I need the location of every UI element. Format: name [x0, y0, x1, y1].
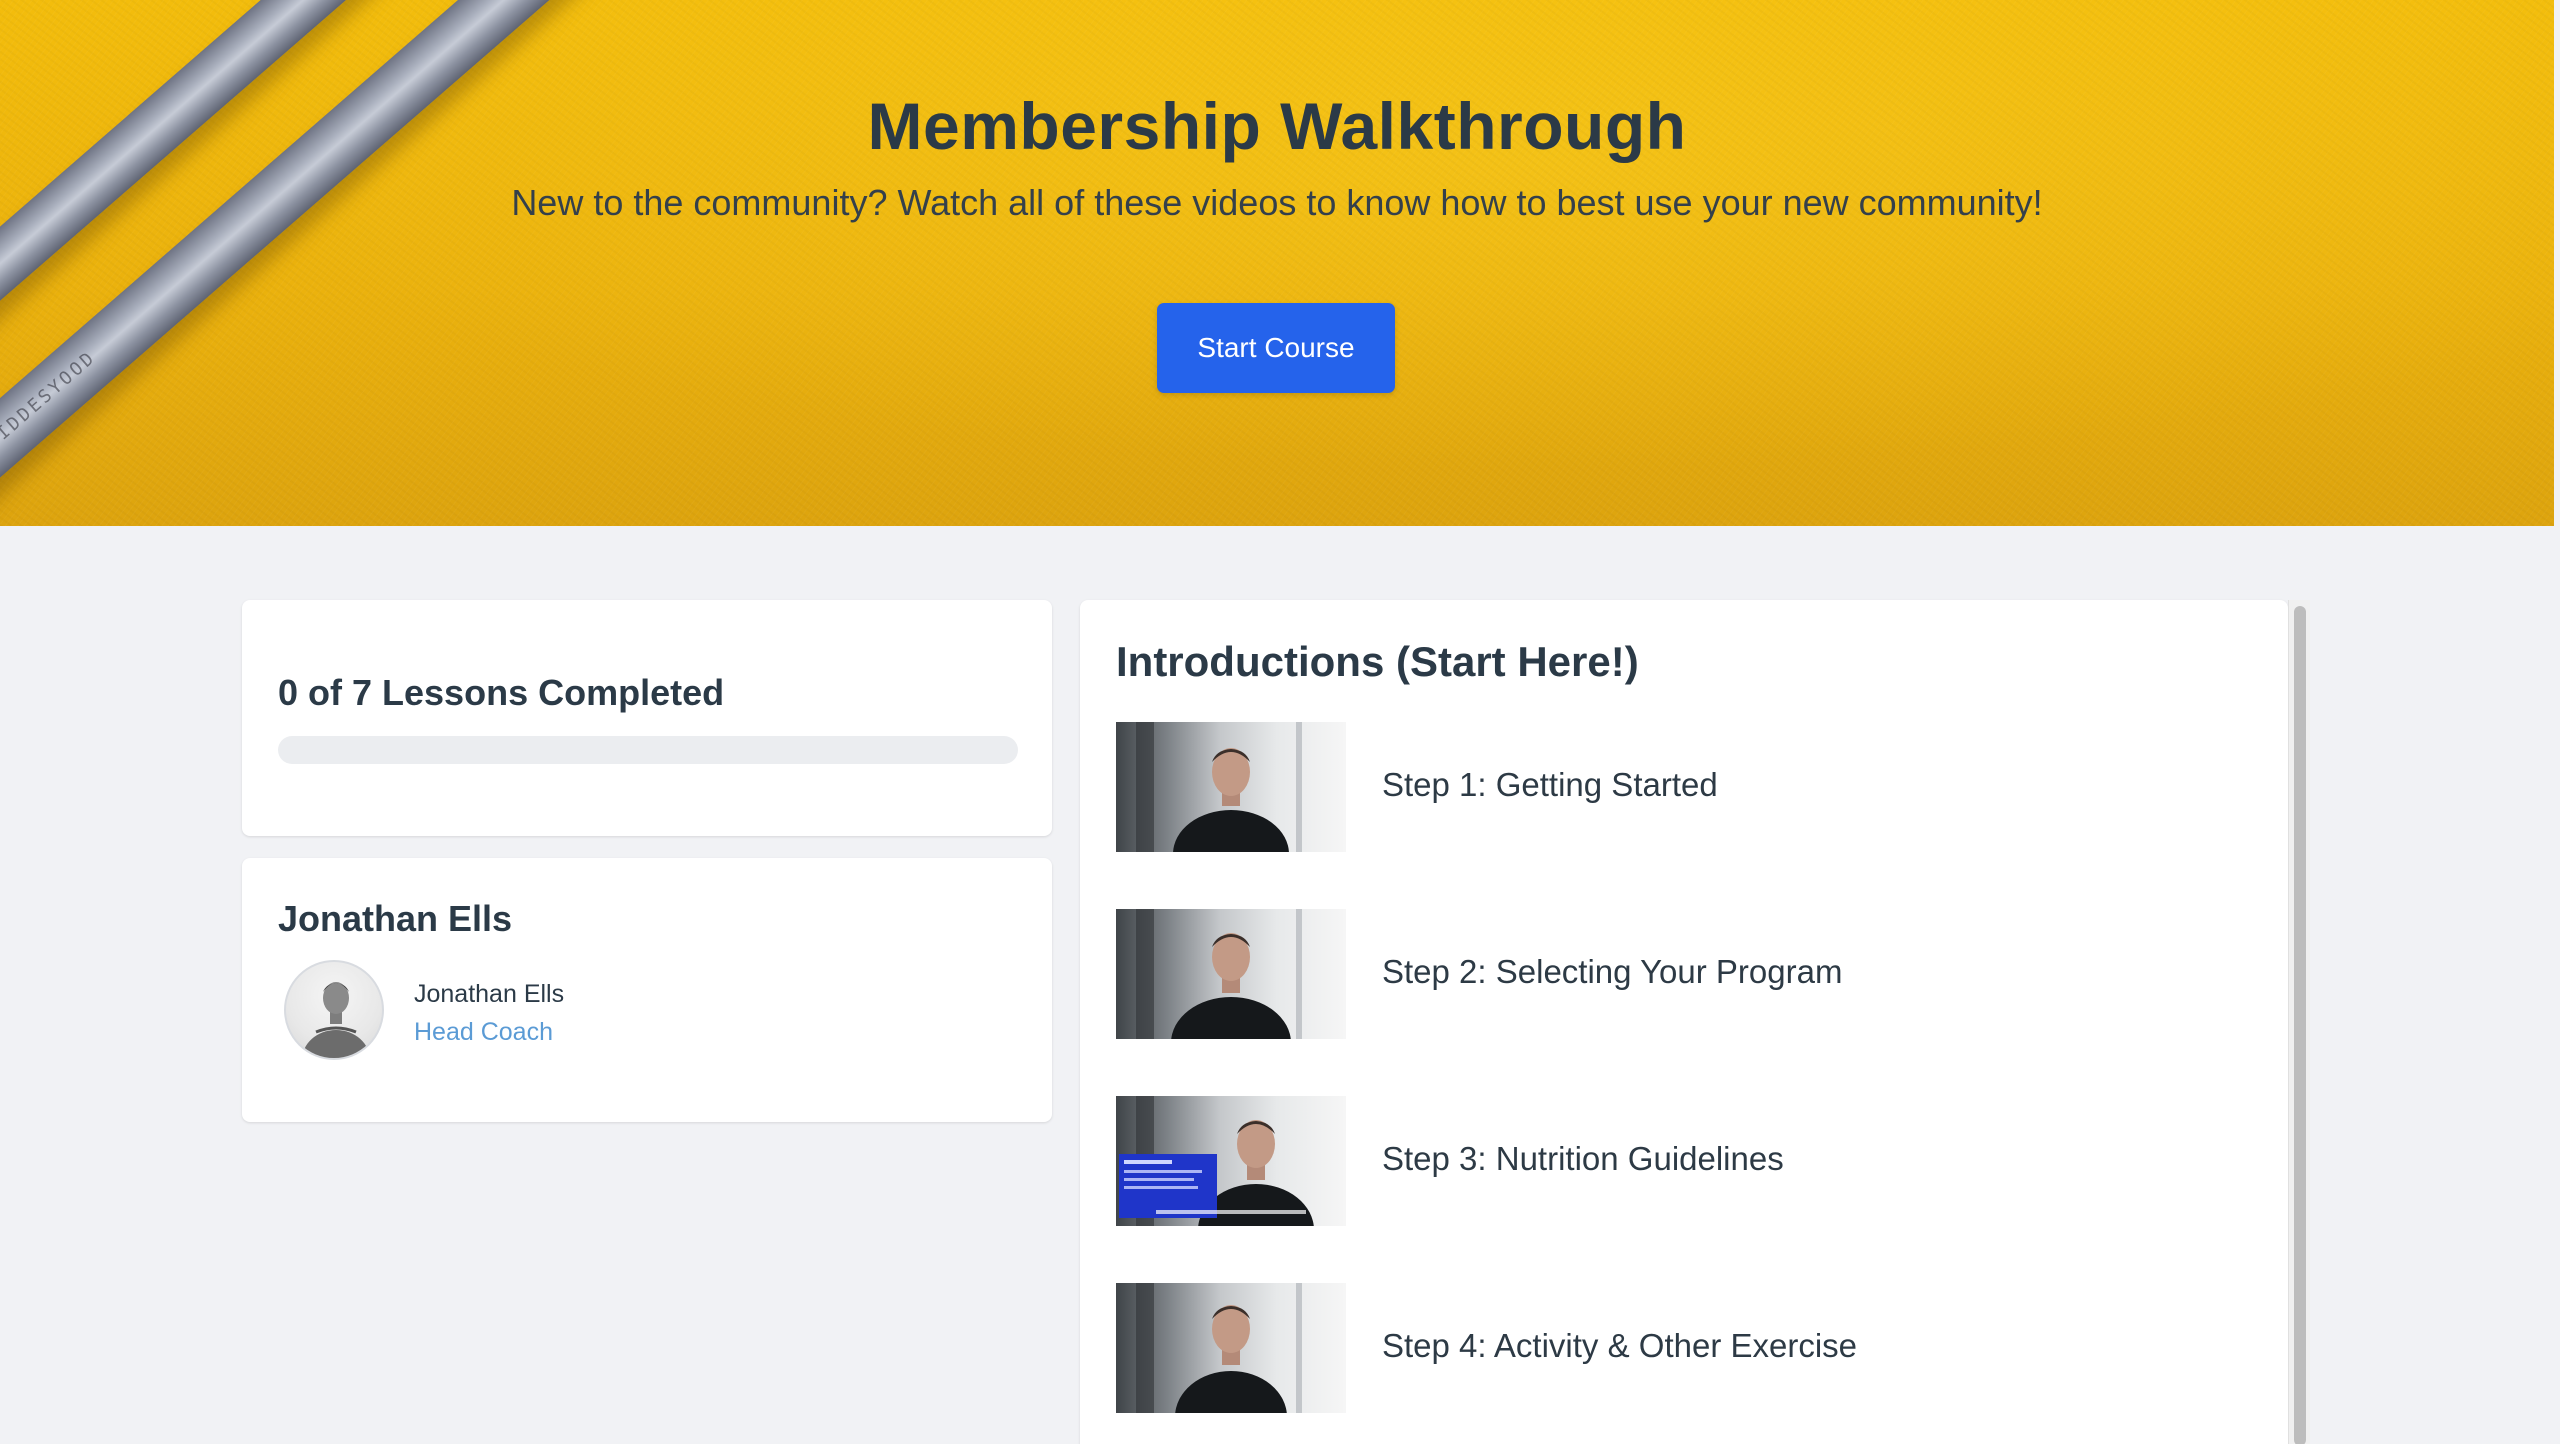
course-hero-banner: IDDESYOOD Membership Walkthrough New to …: [0, 0, 2554, 526]
scrollbar-thumb[interactable]: [2294, 606, 2306, 1444]
lessons-completed-label: 0 of 7 Lessons Completed: [278, 672, 725, 713]
instructor-card: Jonathan Ells Jonathan Ells Head Coach: [242, 858, 1052, 1122]
lesson-title[interactable]: Step 4: Activity & Other Exercise: [1382, 1327, 1857, 1365]
instructor-heading: Jonathan Ells: [278, 898, 513, 939]
lesson-item[interactable]: Step 4: Activity & Other Exercise: [1116, 1283, 2236, 1413]
section-title: Introductions (Start Here!): [1116, 638, 1639, 685]
lessons-card: Introductions (Start Here!) Step 1: Gett…: [1080, 600, 2288, 1444]
video-thumbnail-icon[interactable]: [1116, 1096, 1346, 1226]
start-course-button[interactable]: Start Course: [1157, 303, 1395, 393]
video-thumbnail-icon[interactable]: [1116, 909, 1346, 1039]
progress-bar: [278, 736, 1018, 764]
progress-card: 0 of 7 Lessons Completed: [242, 600, 1052, 836]
lesson-item[interactable]: Step 3: Nutrition Guidelines: [1116, 1096, 2236, 1226]
instructor-role: Head Coach: [414, 1018, 553, 1046]
person-photo-icon: [302, 982, 370, 1058]
video-thumbnail-icon[interactable]: [1116, 722, 1346, 852]
lesson-item[interactable]: Step 1: Getting Started: [1116, 722, 2236, 852]
lesson-item[interactable]: Step 2: Selecting Your Program: [1116, 909, 2236, 1039]
course-title: Membership Walkthrough: [867, 89, 1687, 163]
instructor-name: Jonathan Ells: [414, 980, 565, 1008]
presenter-image: [1119, 1096, 1314, 1226]
presenter-image: [1136, 1283, 1302, 1413]
video-thumbnail-icon[interactable]: [1116, 1283, 1346, 1413]
presenter-image: [1136, 909, 1302, 1039]
lessons-scrollbar[interactable]: [2288, 600, 2310, 1444]
lesson-title[interactable]: Step 3: Nutrition Guidelines: [1382, 1140, 1784, 1178]
instructor-avatar: [284, 960, 384, 1060]
course-page: IDDESYOOD Membership Walkthrough New to …: [0, 0, 2560, 1444]
presenter-image: [1136, 722, 1302, 852]
lesson-title[interactable]: Step 1: Getting Started: [1382, 766, 1718, 804]
lesson-title[interactable]: Step 2: Selecting Your Program: [1382, 953, 1842, 991]
course-subtitle: New to the community? Watch all of these…: [511, 182, 2043, 223]
